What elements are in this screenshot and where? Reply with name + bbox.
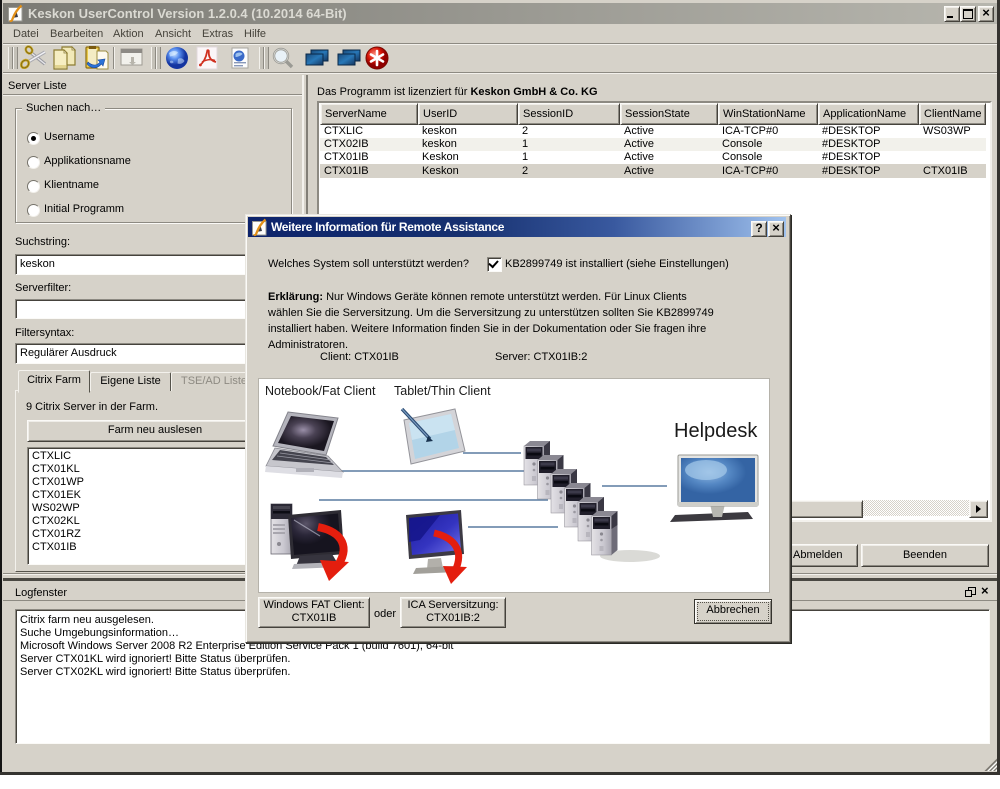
svg-text:Helpdesk: Helpdesk	[674, 420, 758, 442]
svg-text:Notebook/Fat Client: Notebook/Fat Client	[265, 384, 376, 398]
svg-text:Tablet/Thin Client: Tablet/Thin Client	[394, 384, 491, 398]
